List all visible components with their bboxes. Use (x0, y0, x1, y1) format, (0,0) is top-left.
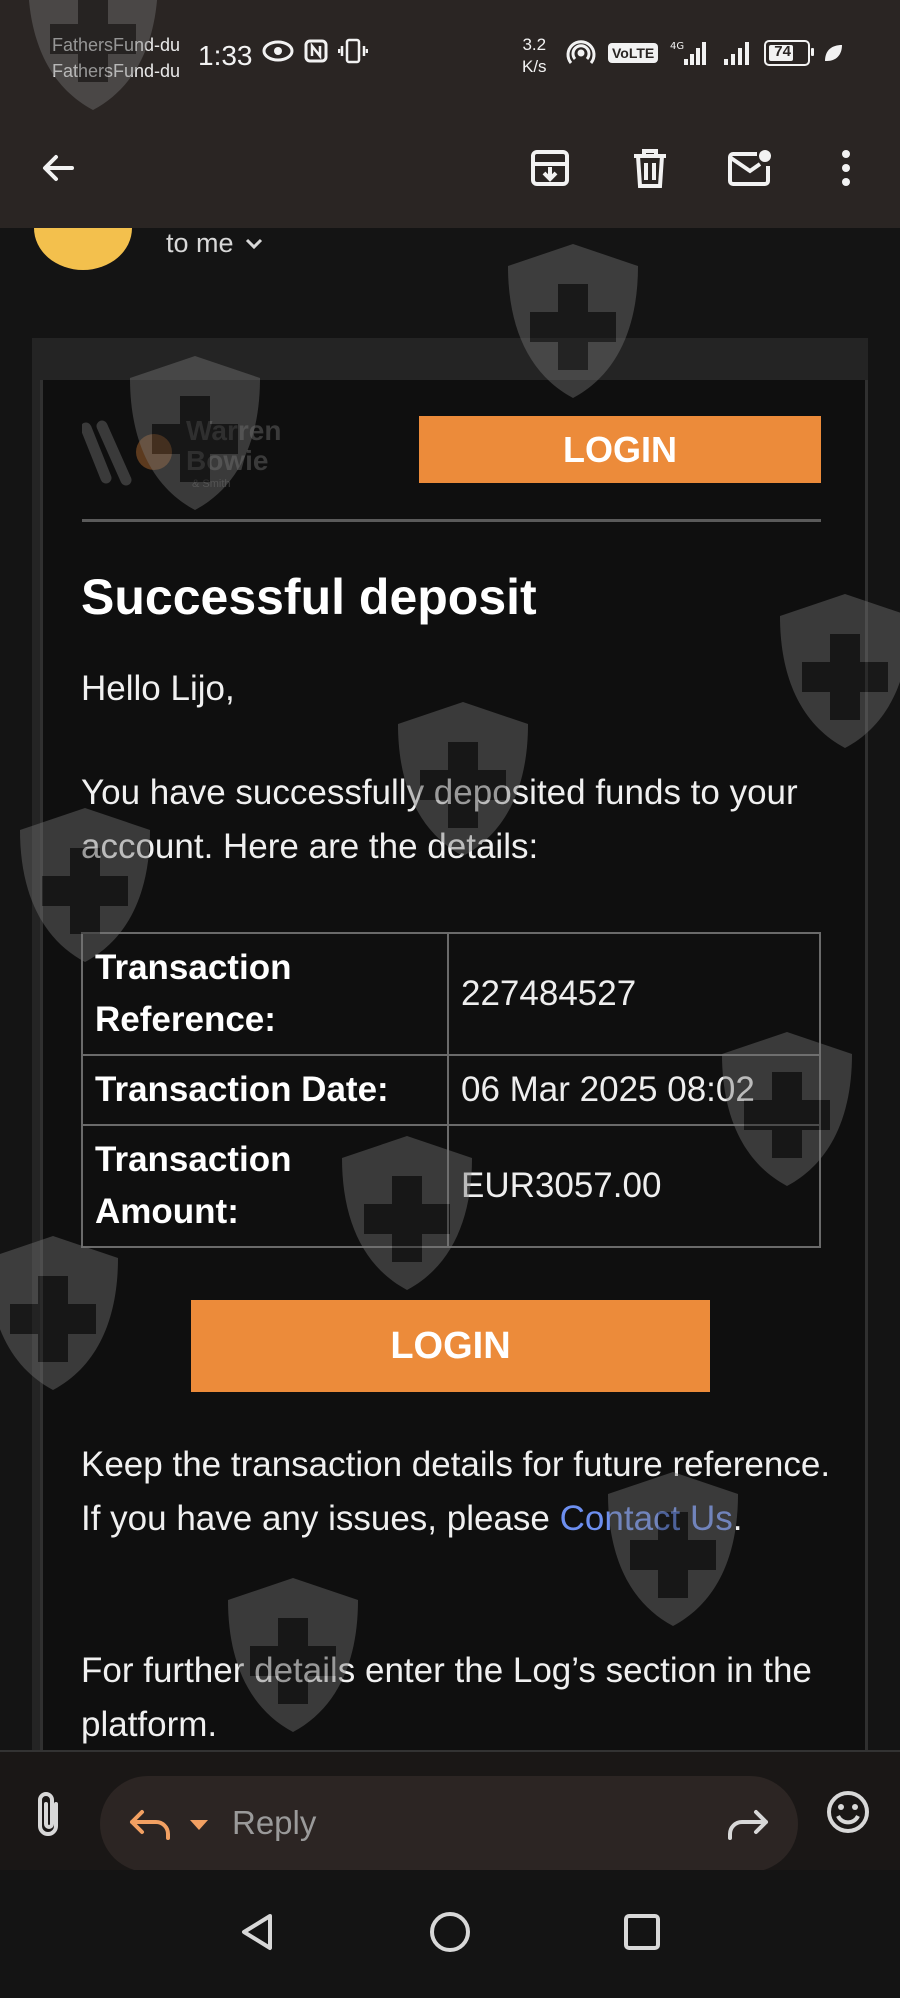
header-divider (82, 519, 821, 522)
net-speed-unit: K/s (522, 57, 547, 76)
nav-home-icon[interactable] (428, 1910, 472, 1954)
nav-recents-icon[interactable] (620, 1910, 664, 1954)
archive-icon (531, 150, 569, 186)
login-button-header[interactable]: LOGIN (419, 416, 821, 483)
battery-level: 74 (774, 43, 791, 60)
back-button[interactable] (28, 138, 88, 198)
system-nav-bar (0, 1870, 900, 1998)
email-toolbar (0, 110, 900, 228)
trash-icon (634, 149, 666, 188)
notification-label: FathersFund-du (52, 61, 181, 81)
delete-button[interactable] (620, 138, 680, 198)
intro-paragraph: You have successfully deposited funds to… (81, 773, 798, 866)
net-speed-value: 3.2 (522, 35, 547, 54)
reply-arrow-icon (130, 1810, 170, 1840)
caret-down-icon[interactable] (188, 1818, 210, 1832)
status-icons-right: VoLTE 4G 74 (566, 38, 844, 68)
recipient-details-toggle[interactable]: to me (166, 228, 264, 259)
vibrate-icon (338, 38, 368, 64)
recipient-label: to me (166, 228, 234, 258)
nfc-icon (304, 39, 328, 63)
notification-label: FathersFund-du (52, 35, 181, 55)
more-options-button[interactable] (816, 138, 876, 198)
emoji-icon (827, 1791, 869, 1833)
volte-badge: VoLTE (608, 43, 659, 63)
table-row: Transaction Date: 06 Mar 2025 08:02 (81, 1054, 821, 1126)
login-button[interactable]: LOGIN (191, 1300, 710, 1392)
attach-button[interactable] (28, 1790, 68, 1845)
transaction-details-table: Transaction Reference: 227484527 Transac… (81, 932, 821, 1248)
detail-value: 06 Mar 2025 08:02 (447, 1054, 821, 1126)
status-icons-left (262, 38, 368, 64)
nav-back-icon[interactable] (236, 1910, 280, 1954)
notification-labels: FathersFund-du FathersFund-du (52, 32, 180, 84)
table-row: Transaction Reference: 227484527 (81, 932, 821, 1056)
sentence-end: . (732, 1499, 743, 1538)
svg-text:4G: 4G (670, 41, 684, 52)
status-bar: FathersFund-du FathersFund-du 1:33 3.2 K… (0, 0, 900, 110)
message-content[interactable]: to me Warren Bowie & Smith LOGIN Success… (0, 228, 900, 1750)
paperclip-icon (38, 1792, 58, 1836)
sender-avatar[interactable] (34, 228, 132, 270)
detail-label: Transaction Amount: (81, 1124, 449, 1248)
brand-logo: Warren Bowie & Smith (82, 414, 312, 494)
greeting: Hello Lijo, (81, 669, 235, 708)
detail-label: Transaction Date: (81, 1054, 449, 1126)
contact-us-link[interactable]: Contact Us (560, 1499, 733, 1538)
archive-button[interactable] (520, 138, 580, 198)
emoji-button[interactable] (826, 1790, 870, 1839)
status-time: 1:33 (198, 40, 253, 71)
leaf-icon (825, 45, 843, 61)
email-headline: Successful deposit (81, 569, 537, 625)
signal-4g-icon: 4G (670, 41, 707, 65)
keep-details-paragraph: Keep the transaction details for future … (81, 1438, 841, 1546)
logo-subtext: & Smith (192, 478, 231, 490)
detail-value: EUR3057.00 (447, 1124, 821, 1248)
signal-icon (724, 42, 750, 65)
logo-wordmark: Warren Bowie (186, 416, 281, 476)
detail-label: Transaction Reference: (81, 932, 449, 1056)
chevron-down-icon (245, 238, 262, 249)
detail-value: 227484527 (447, 932, 821, 1056)
reply-label: Reply (232, 1804, 317, 1841)
hotspot-icon (566, 40, 596, 64)
logo-line: Warren (186, 415, 282, 446)
reply-field[interactable]: Reply (100, 1776, 798, 1872)
mark-unread-button[interactable] (720, 138, 780, 198)
more-vert-icon (842, 150, 850, 186)
eye-icon (262, 40, 294, 62)
arrow-left-icon (43, 155, 74, 181)
logo-line: Bowie (186, 445, 269, 476)
net-speed: 3.2 K/s (522, 34, 547, 78)
forward-arrow-icon[interactable] (724, 1804, 770, 1844)
further-details-paragraph: For further details enter the Log’s sect… (81, 1651, 812, 1744)
battery-icon: 74 (764, 40, 815, 66)
reply-bar: Reply (0, 1750, 900, 1872)
logo-mark-icon (82, 420, 172, 486)
mark-unread-icon (728, 150, 771, 186)
table-row: Transaction Amount: EUR3057.00 (81, 1124, 821, 1248)
